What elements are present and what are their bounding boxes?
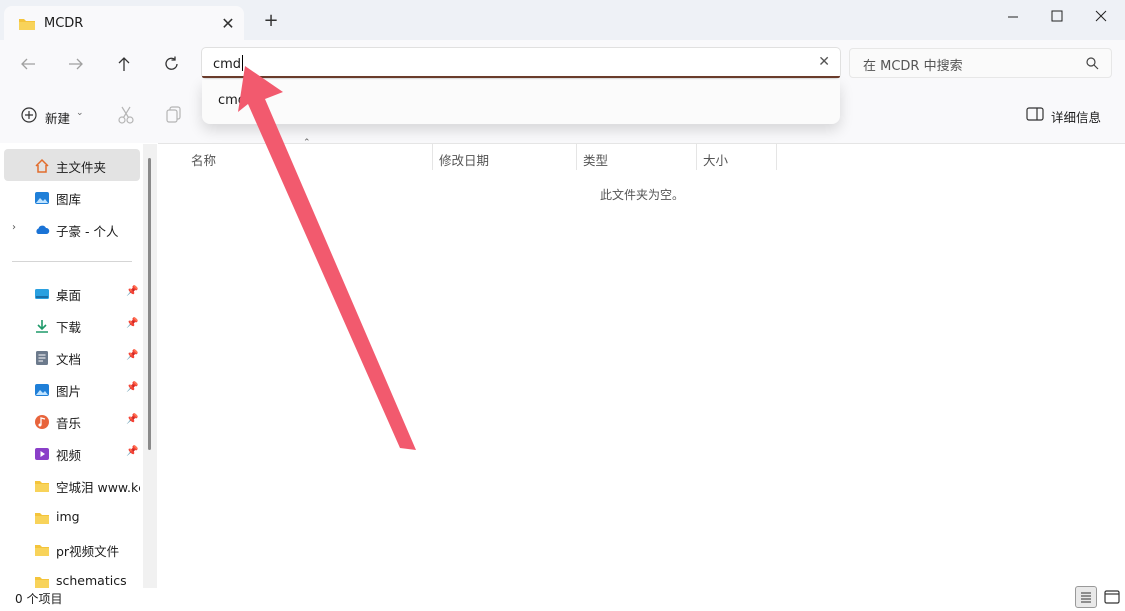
sidebar-item-music[interactable]: 音乐 📌 [4,405,140,437]
scissors-icon [117,106,135,128]
sidebar-divider [12,261,132,262]
sidebar-item-label: img [56,509,80,524]
sidebar-item-label: 子豪 - 个人 [56,224,119,239]
column-header-modified[interactable]: 修改日期 [439,150,489,169]
clear-address-icon[interactable]: ✕ [818,54,830,70]
details-button[interactable]: 详细信息 [1026,106,1101,125]
sidebar-item-folder[interactable]: pr视频文件 [4,533,140,565]
column-divider[interactable] [576,143,577,170]
folder-icon [34,510,50,526]
sidebar-item-folder[interactable]: schematics [4,565,140,588]
copy-button[interactable] [166,106,182,127]
chevron-down-icon: ⌄ [76,108,84,118]
pin-icon[interactable]: 📌 [126,446,138,457]
pin-icon[interactable]: 📌 [126,382,138,393]
address-bar-input[interactable]: cmd ✕ [202,48,840,78]
cut-button[interactable] [117,105,135,128]
sidebar-scrollbar[interactable] [143,144,157,588]
folder-icon [34,478,50,494]
search-icon [1086,57,1099,73]
column-header-type[interactable]: 类型 [583,150,608,169]
tab-mcdr[interactable]: MCDR ✕ [4,6,244,40]
search-box[interactable]: 在 MCDR 中搜索 [849,48,1112,78]
sidebar-item-folder[interactable]: 空城泪 www.kc [4,469,140,501]
item-count: 0 个项目 [15,592,63,606]
minimize-button[interactable] [990,2,1036,30]
refresh-button[interactable] [158,52,186,76]
sidebar-item-label: 主文件夹 [56,160,107,175]
pin-icon[interactable]: 📌 [126,414,138,425]
thumbnail-view-button[interactable] [1101,586,1123,608]
sidebar-item-pictures[interactable]: 图片 📌 [4,373,140,405]
gallery-icon [34,190,50,206]
suggestion-item[interactable]: cmd [218,93,246,108]
tiles-view-icon [1101,590,1123,611]
list-view-icon [1076,592,1096,610]
sort-ascending-icon: ⌃ [303,138,311,148]
sidebar-item-documents[interactable]: 文档 📌 [4,341,140,373]
close-window-button[interactable] [1078,2,1124,30]
sidebar-item-videos[interactable]: 视频 📌 [4,437,140,469]
sidebar-item-home[interactable]: 主文件夹 [4,149,140,181]
text-caret [242,55,244,71]
close-tab-button[interactable]: ✕ [218,14,238,34]
folder-icon [18,17,36,34]
desktop-icon [34,286,50,302]
new-button[interactable]: 新建 ⌄ [20,106,84,127]
maximize-button[interactable] [1034,2,1080,30]
new-tab-button[interactable]: + [260,10,282,32]
column-header-name[interactable]: 名称 [191,150,216,169]
details-view-button[interactable] [1075,586,1097,608]
folder-icon [34,574,50,588]
pin-icon[interactable]: 📌 [126,286,138,297]
file-list-area[interactable]: 名称 修改日期 类型 大小 [158,143,1125,588]
documents-icon [34,350,50,366]
status-bar: 0 个项目 [0,588,1125,610]
sidebar-item-label: 空城泪 www.kc [56,480,140,495]
address-suggestions-dropdown: cmd [202,80,840,124]
title-bar: MCDR ✕ + [0,0,1125,40]
focus-underline [202,76,840,78]
home-icon [34,158,50,174]
pin-icon[interactable]: 📌 [126,318,138,329]
sidebar-item-label: schematics [56,573,127,588]
sidebar-item-label: pr视频文件 [56,544,120,559]
details-label: 详细信息 [1051,110,1102,125]
sidebar-item-gallery[interactable]: 图库 [4,181,140,213]
column-header-size[interactable]: 大小 [703,150,728,169]
music-icon [34,414,50,430]
details-pane-icon [1026,107,1044,125]
onedrive-cloud-icon [34,222,50,238]
copy-icon [166,106,182,127]
sidebar-item-downloads[interactable]: 下载 📌 [4,309,140,341]
download-icon [34,318,50,334]
folder-icon [34,542,50,558]
pictures-icon [34,382,50,398]
videos-icon [34,446,50,462]
column-divider[interactable] [696,143,697,170]
column-divider[interactable] [432,143,433,170]
empty-folder-message: 此文件夹为空。 [600,188,685,202]
plus-circle-icon [20,107,38,127]
tab-title: MCDR [44,16,84,31]
pin-icon[interactable]: 📌 [126,350,138,361]
navigation-pane: 主文件夹 图库 › 子豪 - 个人 桌面 📌 下载 📌 文档 📌 图片 📌 音乐… [0,143,158,588]
sidebar-item-onedrive[interactable]: 子豪 - 个人 [4,213,140,245]
sidebar-item-folder[interactable]: img [4,501,140,533]
back-button[interactable] [14,52,42,76]
scrollbar-thumb[interactable] [148,158,151,450]
sidebar-item-label: 图库 [56,192,82,207]
up-button[interactable] [110,52,138,76]
address-value: cmd [213,57,242,72]
search-placeholder: 在 MCDR 中搜索 [863,59,963,74]
forward-button[interactable] [62,52,90,76]
sidebar-item-desktop[interactable]: 桌面 📌 [4,277,140,309]
column-divider[interactable] [776,143,777,170]
